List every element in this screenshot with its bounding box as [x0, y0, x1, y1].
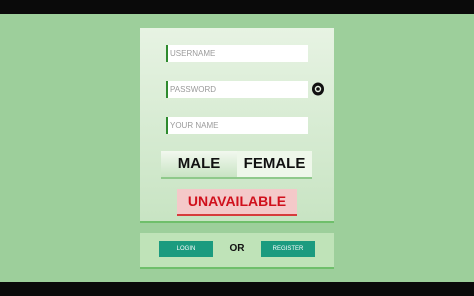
- female-button[interactable]: FEMALE: [237, 151, 312, 177]
- name-input[interactable]: YOUR NAME: [166, 117, 308, 134]
- bottom-letterbox: [0, 282, 474, 296]
- login-card: USERNAME PASSWORD YOUR NAME MALE FEMALE …: [140, 28, 334, 223]
- or-separator: OR: [229, 243, 245, 254]
- gender-selector: MALE FEMALE: [161, 151, 312, 179]
- eye-icon[interactable]: [311, 82, 325, 96]
- top-letterbox: [0, 0, 474, 14]
- password-input[interactable]: PASSWORD: [166, 81, 308, 98]
- register-button[interactable]: REGISTER: [261, 241, 315, 257]
- male-button[interactable]: MALE: [161, 151, 237, 177]
- action-bar: LOGIN OR REGISTER: [140, 233, 334, 269]
- availability-status: UNAVAILABLE: [177, 189, 297, 216]
- username-input[interactable]: USERNAME: [166, 45, 308, 62]
- login-button[interactable]: LOGIN: [159, 241, 213, 257]
